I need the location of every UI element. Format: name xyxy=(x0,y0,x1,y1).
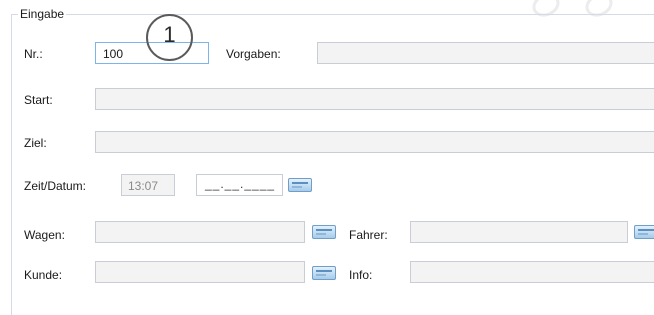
zeit-datum-label: Zeit/Datum: xyxy=(24,179,87,193)
fahrer-label: Fahrer: xyxy=(349,228,388,242)
nr-label: Nr.: xyxy=(24,47,43,61)
time-value: 13:07 xyxy=(128,179,159,193)
wagen-input[interactable] xyxy=(95,221,305,243)
wagen-label: Wagen: xyxy=(24,228,65,242)
info-input[interactable] xyxy=(410,261,654,283)
nr-value: 100 xyxy=(103,47,124,61)
fahrer-input[interactable] xyxy=(410,221,628,243)
groupbox-legend: Eingabe xyxy=(18,7,67,21)
time-field[interactable]: 13:07 xyxy=(121,174,175,196)
info-label: Info: xyxy=(349,268,373,282)
kunde-input[interactable] xyxy=(95,261,305,283)
date-input[interactable]: __.__.____ xyxy=(196,174,283,196)
fahrer-lookup-icon[interactable] xyxy=(634,225,654,239)
ziel-input[interactable] xyxy=(95,131,654,153)
callout-number: 1 xyxy=(163,22,176,47)
date-picker-icon[interactable] xyxy=(288,178,312,192)
date-mask-text: __.__.____ xyxy=(205,177,276,191)
kunde-lookup-icon[interactable] xyxy=(312,266,336,280)
start-input[interactable] xyxy=(95,88,654,110)
wagen-lookup-icon[interactable] xyxy=(312,225,336,239)
step-number-callout: 1 xyxy=(146,14,193,61)
vorgaben-label: Vorgaben: xyxy=(226,47,281,61)
ziel-label: Ziel: xyxy=(24,136,47,150)
vorgaben-input[interactable] xyxy=(317,42,654,64)
start-label: Start: xyxy=(24,93,53,107)
kunde-label: Kunde: xyxy=(24,268,63,282)
